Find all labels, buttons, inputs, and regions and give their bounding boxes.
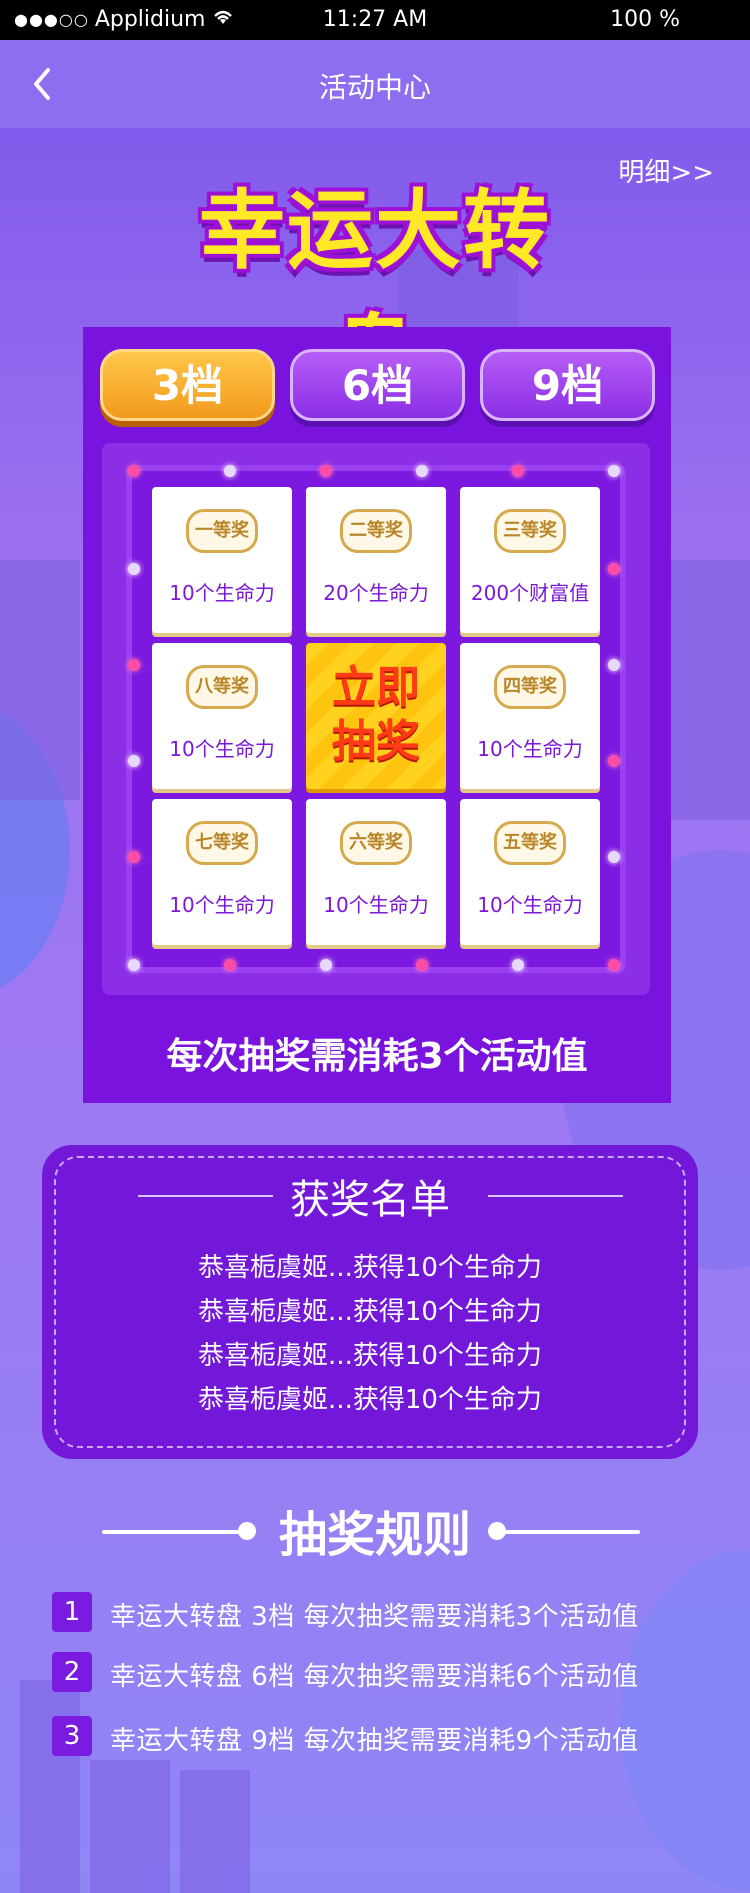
prize-label: 200个财富值 <box>470 581 590 605</box>
tab-tier-3[interactable]: 3档 <box>100 349 275 421</box>
prize-label: 10个生命力 <box>477 893 583 917</box>
board-light <box>320 465 332 477</box>
prize-cell-1: 一等奖 10个生命力 <box>152 487 292 633</box>
rule-number: 1 <box>52 1592 92 1632</box>
rule-number: 2 <box>52 1652 92 1692</box>
rule-number: 3 <box>52 1716 92 1756</box>
board-light <box>608 465 620 477</box>
city-building-decoration <box>670 560 750 820</box>
board-light <box>608 563 620 575</box>
board-light <box>128 851 140 863</box>
prize-rank-badge: 八等奖 <box>186 665 258 709</box>
prize-cell-2: 二等奖 20个生命力 <box>306 487 446 633</box>
prize-label: 10个生命力 <box>323 893 429 917</box>
board-light <box>512 959 524 971</box>
prize-label: 10个生命力 <box>169 893 275 917</box>
battery-level: 100 % <box>610 7 680 32</box>
winner-row: 恭喜栀虞姬...获得10个生命力 <box>198 1385 542 1415</box>
prize-label: 20个生命力 <box>323 581 429 605</box>
draw-button[interactable]: 立即 抽奖 <box>306 643 446 789</box>
prize-board: 一等奖 10个生命力 二等奖 20个生命力 三等奖 200个财富值 八等奖 10… <box>102 443 650 995</box>
board-light <box>608 755 620 767</box>
winners-list: 获奖名单 恭喜栀虞姬...获得10个生命力 恭喜栀虞姬...获得10个生命力 恭… <box>42 1145 698 1459</box>
board-light <box>608 659 620 671</box>
prize-cell-5: 五等奖 10个生命力 <box>460 799 600 945</box>
prize-board-frame: 一等奖 10个生命力 二等奖 20个生命力 三等奖 200个财富值 八等奖 10… <box>126 465 626 973</box>
rule-item: 3 幸运大转盘 9档 每次抽奖需要消耗9个活动值 <box>52 1716 712 1756</box>
board-light <box>224 465 236 477</box>
prize-cell-7: 七等奖 10个生命力 <box>152 799 292 945</box>
board-light <box>512 465 524 477</box>
rule-text: 幸运大转盘 6档 每次抽奖需要消耗6个活动值 <box>110 1662 639 1692</box>
draw-cost-text: 每次抽奖需消耗3个活动值 <box>166 1036 588 1077</box>
nav-bar: 活动中心 <box>0 40 750 128</box>
prize-rank-badge: 一等奖 <box>186 509 258 553</box>
prize-rank-badge: 三等奖 <box>494 509 566 553</box>
winner-row: 恭喜栀虞姬...获得10个生命力 <box>198 1341 542 1371</box>
tier-tabs: 3档 6档 9档 <box>100 349 655 425</box>
board-light <box>416 959 428 971</box>
winner-row: 恭喜栀虞姬...获得10个生命力 <box>198 1253 542 1283</box>
winners-title: 获奖名单 <box>290 1177 450 1223</box>
prize-rank-badge: 六等奖 <box>340 821 412 865</box>
prize-cell-6: 六等奖 10个生命力 <box>306 799 446 945</box>
draw-button-line1: 立即 <box>332 662 420 713</box>
rule-item: 2 幸运大转盘 6档 每次抽奖需要消耗6个活动值 <box>52 1652 712 1692</box>
prize-rank-badge: 五等奖 <box>494 821 566 865</box>
prize-cell-8: 八等奖 10个生命力 <box>152 643 292 789</box>
rule-item: 1 幸运大转盘 3档 每次抽奖需要消耗3个活动值 <box>52 1592 712 1632</box>
board-light <box>128 465 140 477</box>
draw-button-label: 立即 抽奖 <box>306 661 446 769</box>
page-title: 活动中心 <box>318 71 431 104</box>
prize-label: 10个生命力 <box>169 737 275 761</box>
prize-cell-3: 三等奖 200个财富值 <box>460 487 600 633</box>
city-building-decoration <box>0 560 80 800</box>
prize-label: 10个生命力 <box>169 581 275 605</box>
winner-row: 恭喜栀虞姬...获得10个生命力 <box>198 1297 542 1327</box>
detail-link[interactable]: 明细>> <box>618 152 714 189</box>
prize-rank-badge: 二等奖 <box>340 509 412 553</box>
status-bar: ●●●○○ Applidium 11:27 AM 100 % <box>0 0 750 40</box>
draw-button-line2: 抽奖 <box>332 716 420 767</box>
rule-text: 幸运大转盘 9档 每次抽奖需要消耗9个活动值 <box>110 1726 639 1756</box>
board-light <box>224 959 236 971</box>
city-building-decoration <box>90 1760 170 1893</box>
rule-text: 幸运大转盘 3档 每次抽奖需要消耗3个活动值 <box>110 1602 639 1632</box>
board-light <box>416 465 428 477</box>
board-light <box>608 851 620 863</box>
rules-title: 抽奖规则 <box>278 1507 471 1563</box>
prize-rank-badge: 四等奖 <box>494 665 566 709</box>
board-light <box>128 563 140 575</box>
lucky-wheel-logo: 幸运大转盘 <box>180 150 570 406</box>
prize-cell-4: 四等奖 10个生命力 <box>460 643 600 789</box>
prize-rank-badge: 七等奖 <box>186 821 258 865</box>
prize-label: 10个生命力 <box>477 737 583 761</box>
board-light <box>128 959 140 971</box>
tab-tier-9[interactable]: 9档 <box>480 349 655 421</box>
tab-tier-6[interactable]: 6档 <box>290 349 465 421</box>
city-building-decoration <box>180 1770 250 1893</box>
board-light <box>320 959 332 971</box>
board-light <box>608 959 620 971</box>
city-building-decoration <box>20 1680 80 1893</box>
board-light <box>128 755 140 767</box>
board-light <box>128 659 140 671</box>
lottery-panel: 3档 6档 9档 一等奖 10个生命力 二等奖 20个生命力 三等奖 200个财… <box>83 327 671 1103</box>
